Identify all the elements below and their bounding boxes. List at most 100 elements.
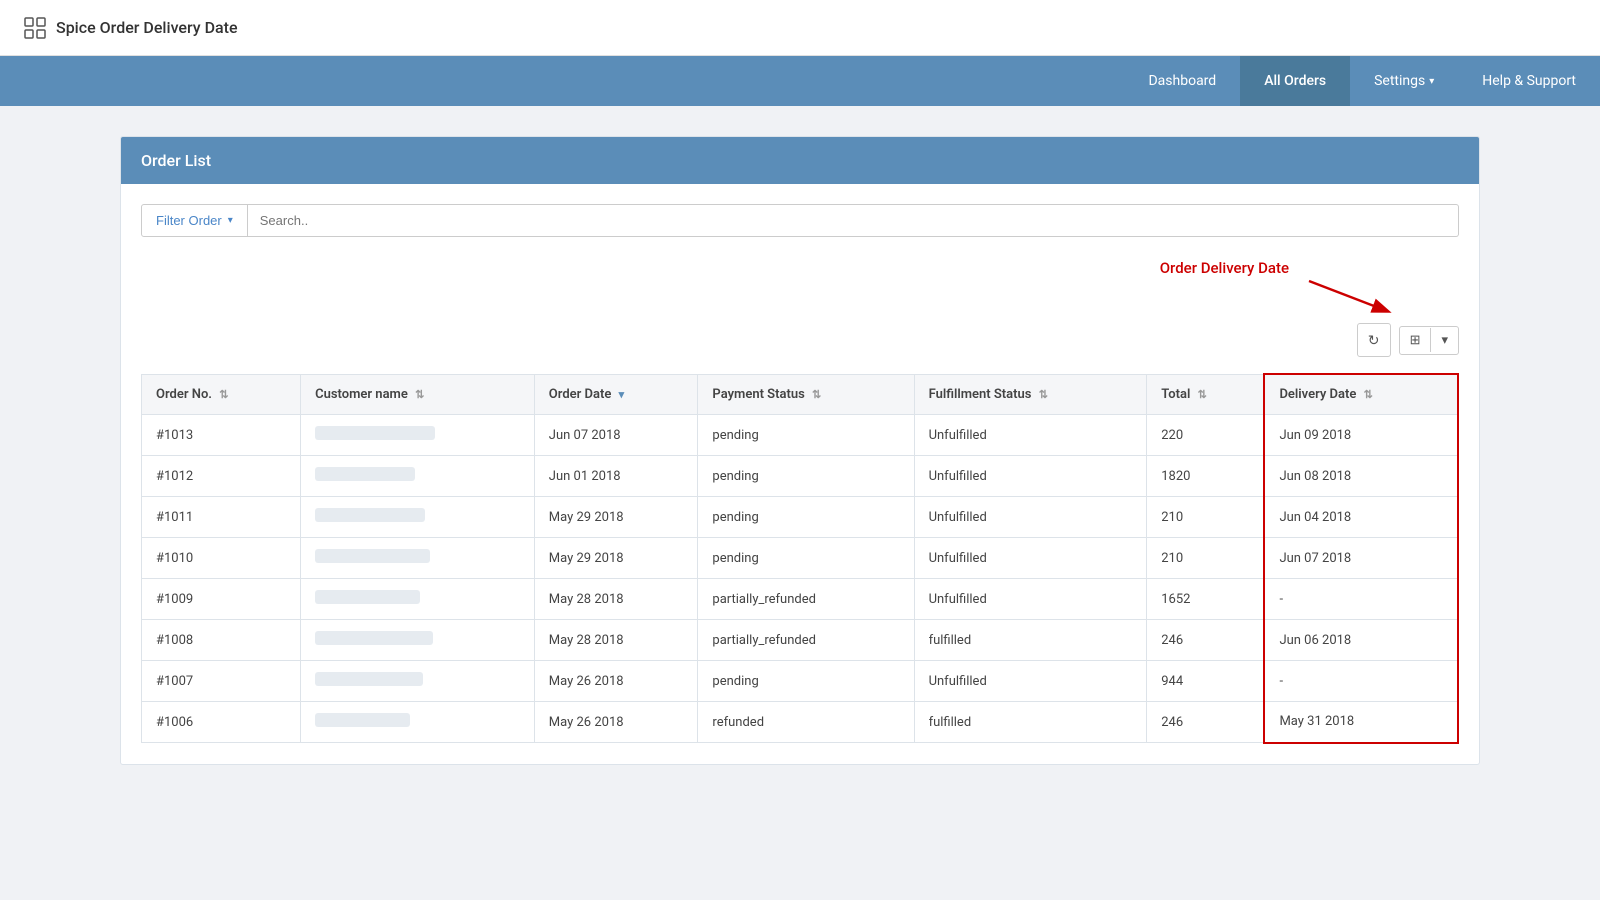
col-header-order-date[interactable]: Order Date ▾ bbox=[534, 374, 698, 415]
table-row: #1008 May 28 2018 partially_refunded ful… bbox=[142, 620, 1459, 661]
col-header-total[interactable]: Total ⇅ bbox=[1147, 374, 1265, 415]
cell-payment-status: pending bbox=[698, 415, 914, 456]
orders-table: Order No. ⇅ Customer name ⇅ Order Date ▾ bbox=[141, 373, 1459, 744]
app-icon bbox=[24, 17, 46, 39]
settings-dropdown-arrow: ▾ bbox=[1429, 76, 1434, 87]
cell-order-date: May 29 2018 bbox=[534, 538, 698, 579]
sort-icon-fulfillment-status: ⇅ bbox=[1039, 388, 1048, 401]
cell-fulfillment-status: Unfulfilled bbox=[914, 538, 1147, 579]
filter-dropdown-arrow: ▾ bbox=[228, 215, 233, 226]
cell-payment-status: pending bbox=[698, 661, 914, 702]
cell-total: 1820 bbox=[1147, 456, 1265, 497]
table-row: #1009 May 28 2018 partially_refunded Unf… bbox=[142, 579, 1459, 620]
col-header-delivery-date[interactable]: Delivery Date ⇅ bbox=[1264, 374, 1458, 415]
cell-customer-name bbox=[301, 415, 535, 456]
col-header-fulfillment-status[interactable]: Fulfillment Status ⇅ bbox=[914, 374, 1147, 415]
column-dropdown-arrow[interactable]: ▾ bbox=[1431, 327, 1458, 354]
cell-order-no: #1009 bbox=[142, 579, 301, 620]
cell-delivery-date: Jun 08 2018 bbox=[1264, 456, 1458, 497]
cell-total: 1652 bbox=[1147, 579, 1265, 620]
refresh-button[interactable]: ↻ bbox=[1357, 323, 1391, 357]
order-list-body: Filter Order ▾ Order Delivery Date bbox=[121, 184, 1479, 764]
table-row: #1010 May 29 2018 pending Unfulfilled 21… bbox=[142, 538, 1459, 579]
cell-order-date: Jun 01 2018 bbox=[534, 456, 698, 497]
cell-customer-name bbox=[301, 661, 535, 702]
filter-order-button[interactable]: Filter Order ▾ bbox=[141, 204, 248, 237]
search-input[interactable] bbox=[248, 204, 1459, 237]
cell-delivery-date: Jun 06 2018 bbox=[1264, 620, 1458, 661]
cell-payment-status: refunded bbox=[698, 702, 914, 743]
cell-fulfillment-status: Unfulfilled bbox=[914, 415, 1147, 456]
cell-customer-name bbox=[301, 620, 535, 661]
sort-icon-order-no: ⇅ bbox=[219, 388, 228, 401]
cell-fulfillment-status: Unfulfilled bbox=[914, 497, 1147, 538]
main-content: Order List Filter Order ▾ Order Delivery… bbox=[0, 106, 1600, 795]
sort-icon-payment-status: ⇅ bbox=[812, 388, 821, 401]
cell-order-date: May 28 2018 bbox=[534, 579, 698, 620]
filter-row: Filter Order ▾ bbox=[141, 204, 1459, 237]
cell-customer-name bbox=[301, 538, 535, 579]
customer-name-placeholder bbox=[315, 713, 410, 727]
grid-icon: ⊞ bbox=[1400, 327, 1431, 354]
cell-delivery-date: - bbox=[1264, 661, 1458, 702]
cell-total: 210 bbox=[1147, 538, 1265, 579]
cell-delivery-date: Jun 04 2018 bbox=[1264, 497, 1458, 538]
cell-order-date: May 28 2018 bbox=[534, 620, 698, 661]
col-header-order-no[interactable]: Order No. ⇅ bbox=[142, 374, 301, 415]
sort-icon-delivery-date: ⇅ bbox=[1364, 388, 1373, 401]
cell-payment-status: partially_refunded bbox=[698, 620, 914, 661]
customer-name-placeholder bbox=[315, 590, 420, 604]
cell-order-date: May 26 2018 bbox=[534, 661, 698, 702]
table-controls: ↻ ⊞ ▾ bbox=[1357, 323, 1459, 357]
filter-button-label: Filter Order bbox=[156, 213, 222, 228]
cell-total: 246 bbox=[1147, 702, 1265, 743]
table-row: #1012 Jun 01 2018 pending Unfulfilled 18… bbox=[142, 456, 1459, 497]
cell-payment-status: pending bbox=[698, 538, 914, 579]
annotation-label: Order Delivery Date bbox=[1160, 259, 1289, 277]
cell-payment-status: pending bbox=[698, 456, 914, 497]
cell-order-date: May 26 2018 bbox=[534, 702, 698, 743]
cell-order-no: #1013 bbox=[142, 415, 301, 456]
nav-help[interactable]: Help & Support bbox=[1458, 56, 1600, 106]
col-header-customer-name[interactable]: Customer name ⇅ bbox=[301, 374, 535, 415]
sort-icon-customer-name: ⇅ bbox=[415, 388, 424, 401]
col-header-payment-status[interactable]: Payment Status ⇅ bbox=[698, 374, 914, 415]
sort-icon-order-date: ▾ bbox=[619, 388, 625, 401]
cell-customer-name bbox=[301, 497, 535, 538]
app-title: Spice Order Delivery Date bbox=[24, 17, 238, 39]
cell-customer-name bbox=[301, 579, 535, 620]
customer-name-placeholder bbox=[315, 426, 435, 440]
order-list-card: Order List Filter Order ▾ Order Delivery… bbox=[120, 136, 1480, 765]
cell-delivery-date: Jun 09 2018 bbox=[1264, 415, 1458, 456]
annotation-arrow-svg bbox=[1299, 277, 1399, 317]
cell-order-no: #1006 bbox=[142, 702, 301, 743]
cell-delivery-date: - bbox=[1264, 579, 1458, 620]
top-bar: Spice Order Delivery Date bbox=[0, 0, 1600, 56]
table-row: #1007 May 26 2018 pending Unfulfilled 94… bbox=[142, 661, 1459, 702]
cell-order-no: #1008 bbox=[142, 620, 301, 661]
column-options-button[interactable]: ⊞ ▾ bbox=[1399, 326, 1459, 355]
cell-fulfillment-status: fulfilled bbox=[914, 620, 1147, 661]
cell-order-no: #1007 bbox=[142, 661, 301, 702]
nav-dashboard[interactable]: Dashboard bbox=[1124, 56, 1240, 106]
cell-total: 944 bbox=[1147, 661, 1265, 702]
cell-payment-status: pending bbox=[698, 497, 914, 538]
sort-icon-total: ⇅ bbox=[1198, 388, 1207, 401]
cell-customer-name bbox=[301, 702, 535, 743]
cell-customer-name bbox=[301, 456, 535, 497]
table-row: #1006 May 26 2018 refunded fulfilled 246… bbox=[142, 702, 1459, 743]
cell-delivery-date: Jun 07 2018 bbox=[1264, 538, 1458, 579]
order-list-header: Order List bbox=[121, 137, 1479, 184]
nav-settings[interactable]: Settings ▾ bbox=[1350, 56, 1458, 106]
cell-total: 220 bbox=[1147, 415, 1265, 456]
cell-order-date: May 29 2018 bbox=[534, 497, 698, 538]
cell-total: 246 bbox=[1147, 620, 1265, 661]
cell-fulfillment-status: fulfilled bbox=[914, 702, 1147, 743]
nav-all-orders[interactable]: All Orders bbox=[1240, 56, 1350, 106]
cell-order-no: #1010 bbox=[142, 538, 301, 579]
order-list-title: Order List bbox=[141, 151, 211, 170]
cell-delivery-date: May 31 2018 bbox=[1264, 702, 1458, 743]
customer-name-placeholder bbox=[315, 672, 423, 686]
cell-fulfillment-status: Unfulfilled bbox=[914, 456, 1147, 497]
cell-fulfillment-status: Unfulfilled bbox=[914, 661, 1147, 702]
